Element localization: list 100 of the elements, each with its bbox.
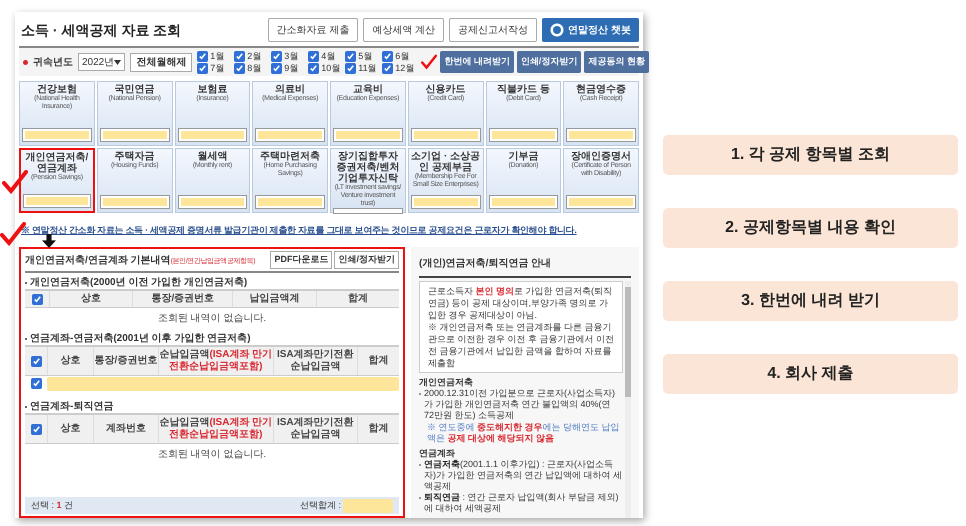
- month-label: 8월: [247, 63, 262, 73]
- amount-field: [100, 128, 170, 142]
- month-label: 10월: [321, 63, 342, 73]
- column-header: 상호: [49, 291, 132, 307]
- checkbox[interactable]: [382, 62, 394, 74]
- year-label: 귀속년도: [33, 56, 73, 70]
- checkbox[interactable]: [234, 62, 246, 74]
- checkbox[interactable]: [271, 50, 282, 62]
- month-label: 11월: [358, 63, 378, 73]
- column-header: 합계: [356, 415, 399, 443]
- amount-field: [566, 128, 636, 142]
- month-label: 9월: [284, 63, 300, 73]
- detail-button[interactable]: PDF다운로드: [270, 251, 332, 269]
- category-name: 장기집합투자증권저축/벤처기업투자신탁: [336, 151, 400, 184]
- checkbox[interactable]: [30, 424, 42, 434]
- checkbox[interactable]: [197, 50, 208, 62]
- amount-field: [255, 195, 325, 209]
- month-label: 3월: [284, 51, 300, 61]
- step-label: 4. 회사 제출: [663, 354, 958, 394]
- section-title: 개인연금저축(2000년 이전 가입한 개인연금저축): [30, 276, 248, 289]
- detail-button[interactable]: 인쇄/정자받기: [334, 251, 399, 269]
- scrollbar[interactable]: [625, 281, 631, 518]
- action-button[interactable]: 한번에 내려받기: [440, 51, 514, 73]
- checkbox[interactable]: [30, 356, 42, 366]
- year-select[interactable]: 2022년: [78, 53, 126, 71]
- amount-field: [178, 128, 248, 142]
- step-label: 3. 한번에 내려 받기: [663, 281, 958, 321]
- header-button[interactable]: 공제신고서작성: [449, 18, 538, 42]
- check-mark-icon: [421, 54, 438, 70]
- column-header: 통장/증권번호: [92, 347, 158, 375]
- category-name: 주택자금: [114, 151, 155, 162]
- category-name: 주택마련저축: [260, 151, 320, 162]
- guide-bullet: 연금저축(2001.1.1 이후가입) : 근로자(사업소득자)가 가입한 연금저축의 연간 납입액에 대하여 세액공제: [424, 459, 623, 492]
- checkbox[interactable]: [382, 50, 394, 62]
- month-label: 2월: [247, 51, 262, 61]
- checkbox[interactable]: [30, 378, 42, 389]
- category-name: 월세액: [197, 151, 228, 162]
- category-name: 개인연금저축/연금계좌: [24, 152, 90, 174]
- category-name: 장애인증명서: [571, 151, 632, 162]
- empty-message: 조회된 내역이 없습니다.: [158, 448, 266, 462]
- category-name: 소기업 · 소상공인 공제부금: [410, 151, 480, 173]
- down-arrow-icon: [42, 234, 56, 248]
- column-header: 통장/증권번호: [132, 291, 232, 307]
- guide-heading: 연금계좌: [419, 447, 456, 459]
- guide-paragraph: 근로소득자 본인 명의로 가입한 연금저축(퇴직연금) 등이 공제 대상이며,부양가족 명의로 가입한 경우 공제대상이 아님.: [428, 285, 614, 321]
- category-name: 국민연금: [114, 84, 155, 95]
- header-button[interactable]: 간소화자료 제출: [268, 18, 358, 42]
- category-name: 교육비: [352, 84, 383, 95]
- amount-field: [566, 195, 636, 209]
- step-label: 2. 공제항목별 내용 확인: [663, 208, 958, 248]
- amount-field: [178, 195, 248, 209]
- column-header: 상호: [47, 415, 93, 443]
- selected-total-field: [343, 498, 393, 512]
- amount-field: [333, 208, 403, 214]
- category-name: 의료비: [275, 84, 306, 95]
- guide-title: (개인)연금저축/퇴직연금 안내: [419, 258, 552, 269]
- checkbox[interactable]: [308, 62, 320, 74]
- category-name: 신용카드: [426, 84, 466, 95]
- month-label: 1월: [210, 51, 226, 61]
- amount-field: [255, 128, 325, 142]
- category-name: 보험료: [197, 84, 228, 95]
- amount-field: [488, 128, 558, 142]
- checkbox[interactable]: [308, 50, 320, 62]
- month-label: 7월: [210, 63, 226, 73]
- checkbox[interactable]: [345, 50, 356, 62]
- header-button[interactable]: 예상세액 계산: [363, 18, 444, 42]
- amount-field: [410, 128, 480, 142]
- amount-field: [23, 194, 91, 208]
- column-header: 순납입금액(ISA계좌 만기전환순납입금액포함): [158, 415, 273, 443]
- category-name: 기부금: [508, 151, 538, 162]
- month-label: 6월: [395, 51, 410, 61]
- step-label: 1. 각 공제 항목별 조회: [663, 135, 958, 175]
- empty-message: 조회된 내역이 없습니다.: [158, 312, 266, 326]
- guide-bullet: 퇴직연금 : 연간 근로자 납입액(회사 부담금 제외)에 대하여 세액공제: [424, 492, 620, 514]
- guide-paragraph: ※ 개인연금저축 또는 연금계좌를 다른 금융기관으로 이전한 경우 이전 후 금융기관에서 이전 전 금융기관에서 납입한 금액을 합하여 자료를 제출함: [428, 321, 614, 369]
- amount-field: [100, 195, 170, 209]
- column-header: 순납입금액(ISA계좌 만기전환순납입금액포함): [158, 347, 273, 375]
- checkbox[interactable]: [32, 294, 42, 304]
- category-name: 건강보험: [36, 84, 77, 95]
- amount-field: [488, 195, 558, 209]
- checkbox[interactable]: [345, 62, 356, 74]
- guide-note: ※ 연도중에 중도해지한 경우에는 당해연도 납입액은 공제 대상에 해당되지 않음: [426, 422, 621, 444]
- checkbox[interactable]: [234, 50, 246, 62]
- month-label: 4월: [321, 51, 336, 61]
- page-title: 소득 · 세액공제 자료 조회: [21, 20, 182, 40]
- action-button[interactable]: 인쇄/정자받기: [516, 51, 582, 73]
- column-header: 납입금액계: [232, 291, 316, 307]
- chatbot-button[interactable]: 연말정산 챗봇: [542, 18, 639, 42]
- category-name: 직불카드 등: [496, 84, 550, 95]
- checkbox[interactable]: [197, 62, 208, 74]
- section-title: 연금계좌-퇴직연금: [30, 400, 114, 413]
- selected-count: 선택 : 1 건: [31, 498, 74, 512]
- amount-field: [22, 128, 92, 142]
- section-title: 연금계좌-연금저축(2001년 이후 가입한 연금저축): [30, 332, 251, 345]
- chevron-down-icon: [114, 60, 122, 64]
- toggle-all-button[interactable]: 전체월해제: [130, 52, 192, 72]
- checkbox[interactable]: [271, 62, 282, 74]
- month-label: 12월: [395, 63, 416, 73]
- action-button[interactable]: 제공동의 현황: [584, 51, 649, 73]
- column-header: 계좌번호: [92, 415, 158, 443]
